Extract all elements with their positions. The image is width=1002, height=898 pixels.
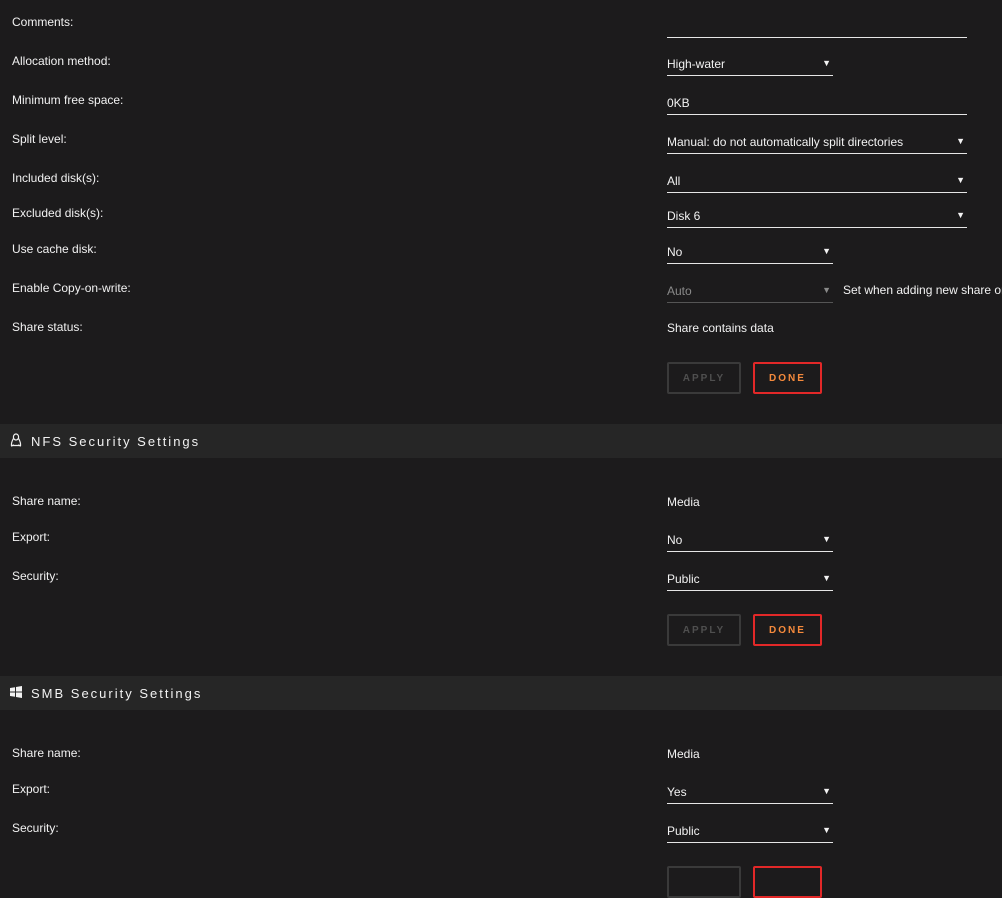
allocation-method-label: Allocation method:	[12, 54, 111, 68]
caret-down-icon: ▼	[822, 534, 831, 544]
caret-down-icon: ▼	[822, 58, 831, 68]
nfs-share-name-label: Share name:	[12, 494, 81, 508]
nfs-export-value: No	[667, 533, 683, 547]
smb-done-button[interactable]	[753, 866, 822, 898]
nfs-section-header: NFS Security Settings	[0, 424, 1002, 458]
smb-export-label: Export:	[12, 782, 51, 796]
comments-label: Comments:	[12, 15, 74, 29]
windows-icon	[10, 686, 22, 698]
excluded-disks-value: Disk 6	[667, 209, 701, 223]
copy-on-write-value: Auto	[667, 284, 692, 298]
use-cache-disk-select[interactable]: No ▼	[667, 242, 833, 264]
smb-security-label: Security:	[12, 821, 59, 835]
share-status-value: Share contains data	[667, 321, 774, 335]
nfs-apply-button[interactable]: APPLY	[667, 614, 741, 646]
nfs-export-select[interactable]: No ▼	[667, 530, 833, 552]
allocation-method-value: High-water	[667, 57, 726, 71]
use-cache-disk-label: Use cache disk:	[12, 242, 97, 256]
split-level-select[interactable]: Manual: do not automatically split direc…	[667, 132, 967, 154]
excluded-disks-label: Excluded disk(s):	[12, 206, 104, 220]
split-level-label: Split level:	[12, 132, 67, 146]
included-disks-select[interactable]: All ▼	[667, 171, 967, 193]
split-level-value: Manual: do not automatically split direc…	[667, 135, 904, 149]
nfs-export-label: Export:	[12, 530, 51, 544]
nfs-security-select[interactable]: Public ▼	[667, 569, 833, 591]
caret-down-icon: ▼	[822, 786, 831, 796]
included-disks-value: All	[667, 174, 681, 188]
nfs-security-label: Security:	[12, 569, 59, 583]
included-disks-label: Included disk(s):	[12, 171, 100, 185]
smb-security-select[interactable]: Public ▼	[667, 821, 833, 843]
nfs-done-button[interactable]: DONE	[753, 614, 822, 646]
caret-down-icon: ▼	[822, 573, 831, 583]
smb-export-select[interactable]: Yes ▼	[667, 782, 833, 804]
use-cache-disk-value: No	[667, 245, 683, 259]
min-free-space-label: Minimum free space:	[12, 93, 124, 107]
smb-share-name-value: Media	[667, 747, 700, 761]
smb-security-value: Public	[667, 824, 700, 838]
linux-penguin-icon	[10, 433, 22, 447]
caret-down-icon: ▼	[822, 825, 831, 835]
smb-apply-button[interactable]	[667, 866, 741, 898]
copy-on-write-label: Enable Copy-on-write:	[12, 281, 131, 295]
copy-on-write-hint: Set when adding new share only.	[843, 283, 1002, 297]
smb-export-value: Yes	[667, 785, 687, 799]
nfs-section-title: NFS Security Settings	[31, 434, 201, 449]
smb-section-header: SMB Security Settings	[0, 676, 1002, 710]
allocation-method-select[interactable]: High-water ▼	[667, 54, 833, 76]
apply-button[interactable]: APPLY	[667, 362, 741, 394]
caret-down-icon: ▼	[822, 285, 831, 295]
caret-down-icon: ▼	[956, 210, 965, 220]
smb-section-title: SMB Security Settings	[31, 686, 203, 701]
nfs-share-name-value: Media	[667, 495, 700, 509]
caret-down-icon: ▼	[822, 246, 831, 256]
caret-down-icon: ▼	[956, 175, 965, 185]
share-status-label: Share status:	[12, 320, 83, 334]
min-free-space-value: 0KB	[667, 96, 690, 110]
excluded-disks-select[interactable]: Disk 6 ▼	[667, 206, 967, 228]
min-free-space-input[interactable]: 0KB	[667, 93, 967, 115]
smb-share-name-label: Share name:	[12, 746, 81, 760]
nfs-security-value: Public	[667, 572, 700, 586]
comments-input[interactable]	[667, 16, 967, 38]
done-button[interactable]: DONE	[753, 362, 822, 394]
caret-down-icon: ▼	[956, 136, 965, 146]
copy-on-write-select: Auto ▼	[667, 281, 833, 303]
